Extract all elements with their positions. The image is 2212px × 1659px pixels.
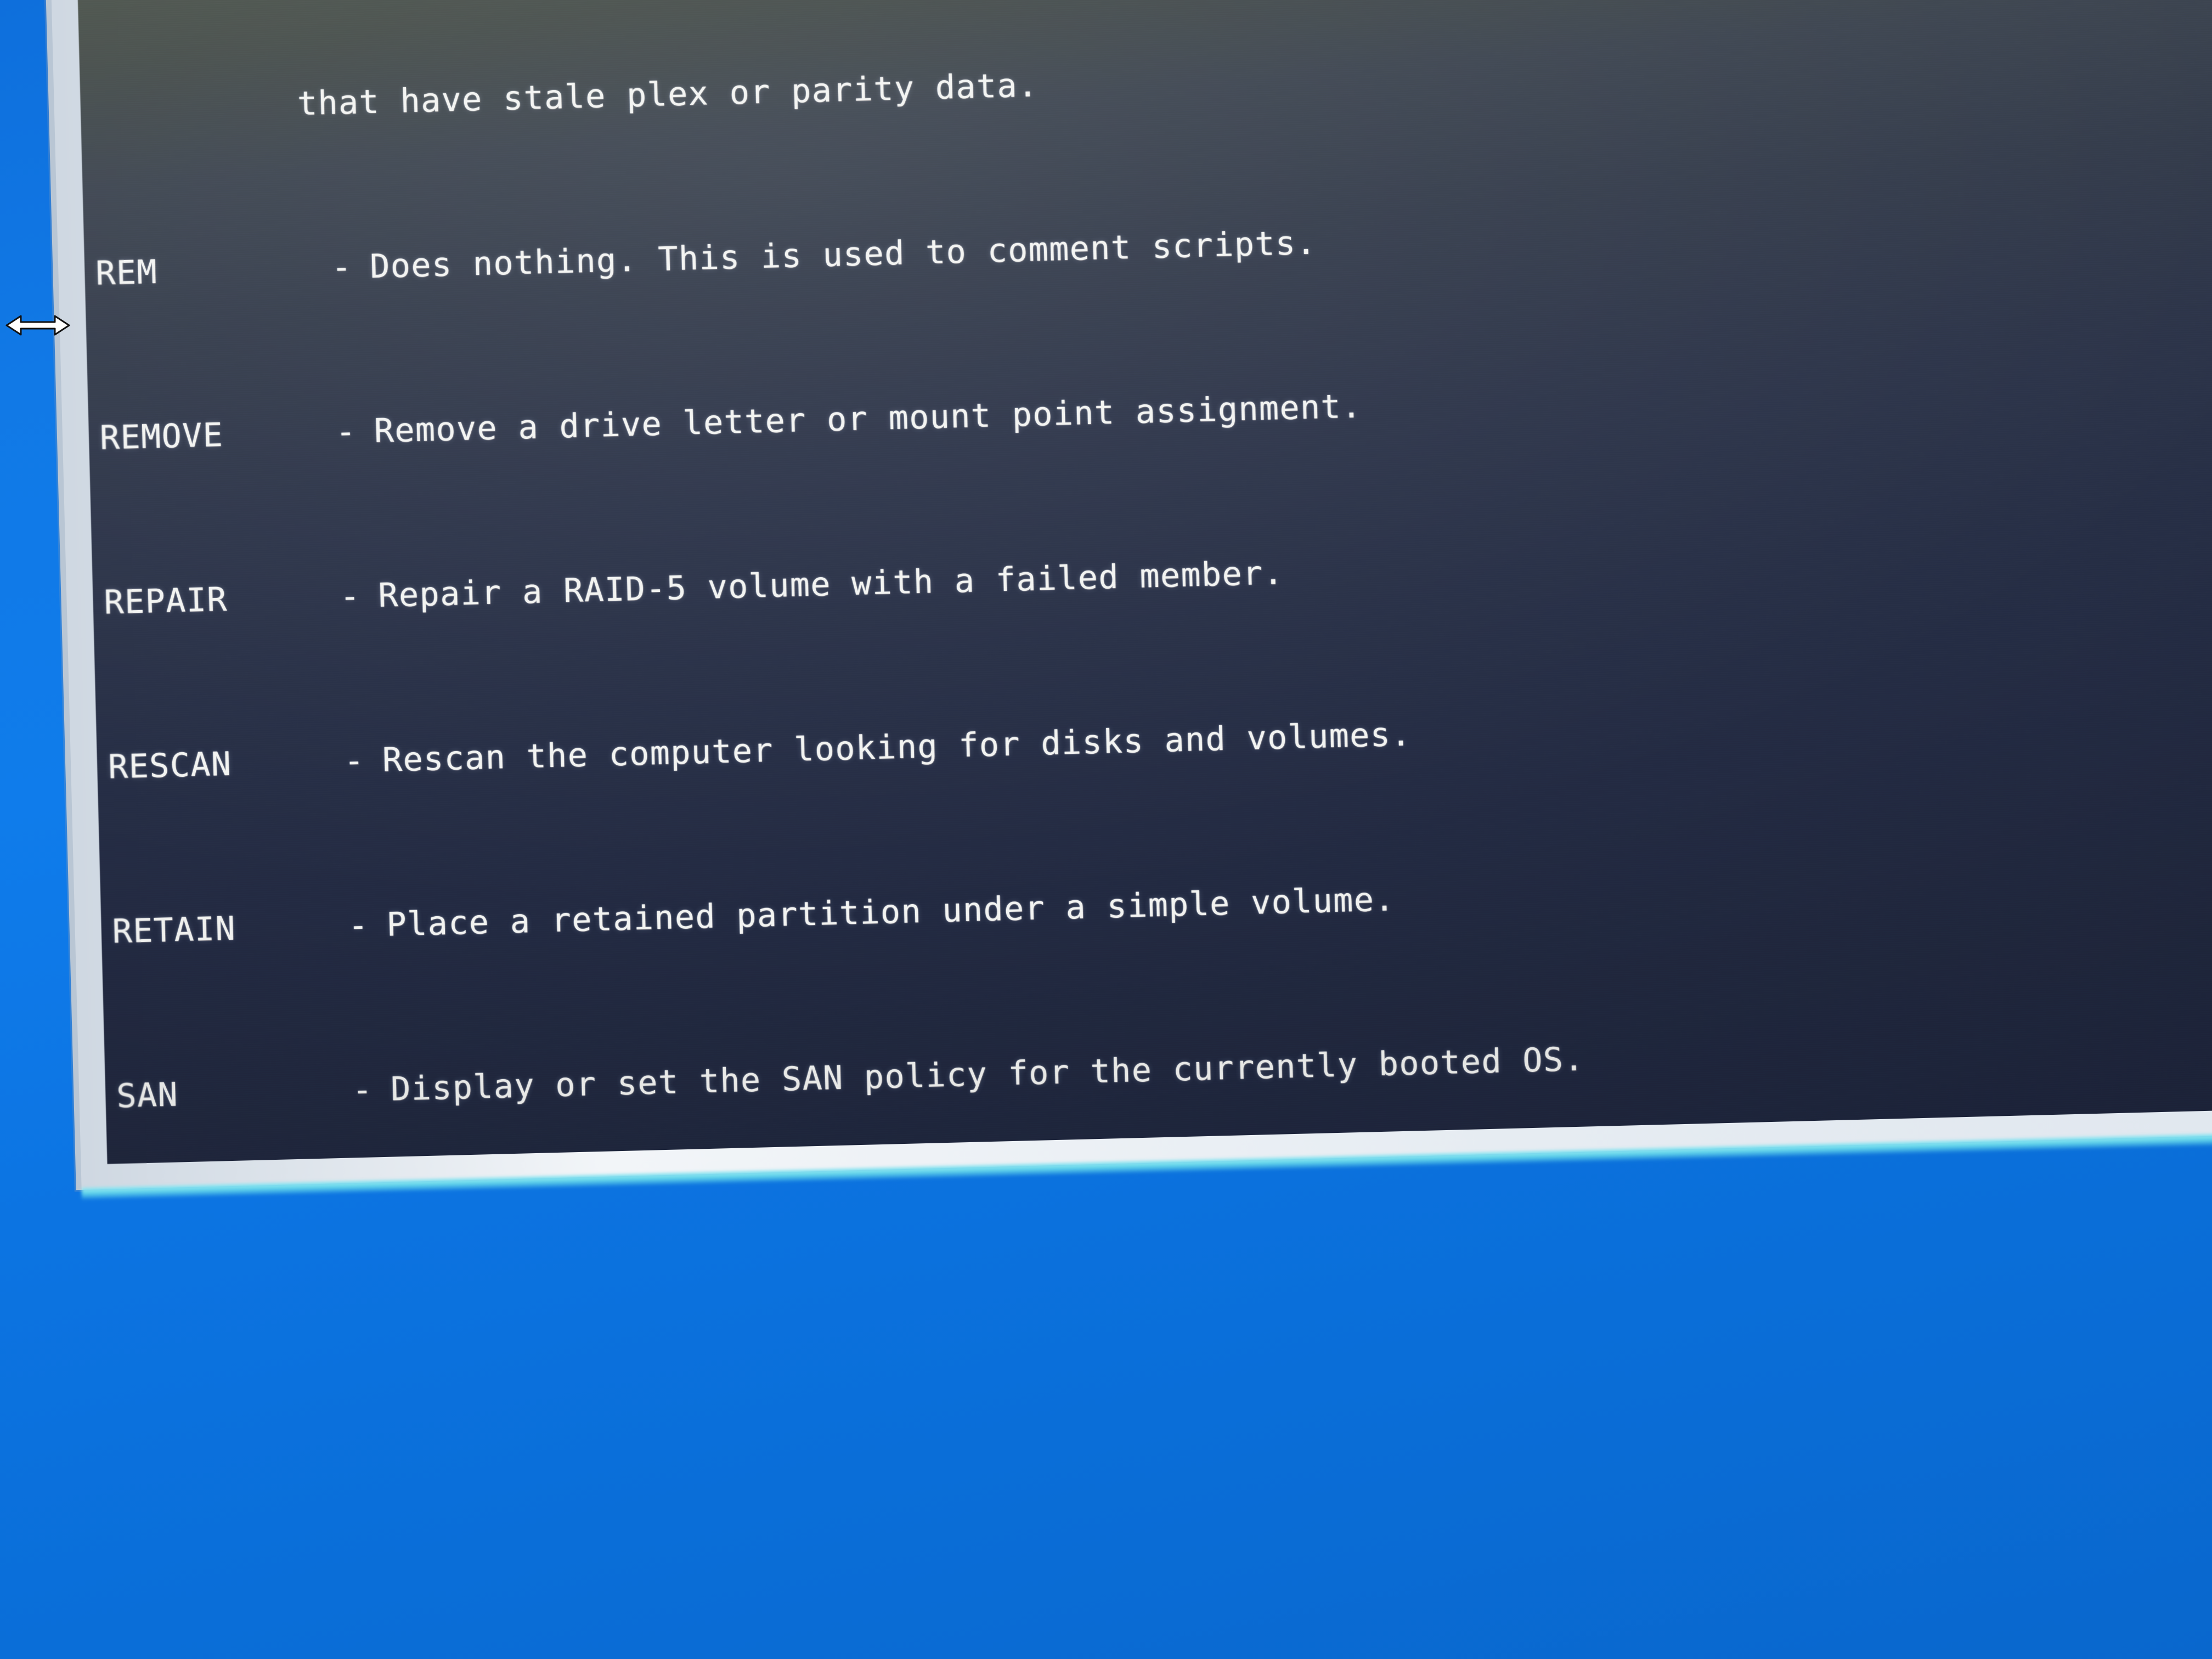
command-prompt-window[interactable]: ...mirrored volumes and RAID5 volumes th…	[43, 0, 2212, 1200]
diskpart-command-dash: -	[347, 906, 370, 945]
window-frame-border[interactable]: ...mirrored volumes and RAID5 volumes th…	[43, 0, 2212, 1200]
diskpart-command-row: REM - Does nothing. This is used to commen…	[95, 194, 2212, 295]
diskpart-command-name: REM	[95, 252, 158, 293]
diskpart-command-dash: -	[352, 1070, 374, 1110]
diskpart-command-description: Display or set the SAN policy for the cu…	[390, 1040, 1585, 1109]
diskpart-command-dash: -	[335, 412, 357, 452]
console-line-truncated-2: that have stale plex or parity data.	[91, 66, 1039, 128]
diskpart-command-description: Place a retained partition under a simpl…	[386, 880, 1396, 944]
diskpart-command-dash: -	[339, 577, 361, 616]
console-output-surface[interactable]: ...mirrored volumes and RAID5 volumes th…	[74, 0, 2212, 1164]
diskpart-command-row: RETAIN - Place a retained partition under …	[112, 853, 2212, 953]
diskpart-command-row: REPAIR - Repair a RAID-5 volume with a fai…	[104, 523, 2212, 624]
diskpart-command-row: SAN - Display or set the SAN policy for th…	[116, 1017, 2212, 1117]
diskpart-command-row: RESCAN - Rescan the computer looking for d…	[108, 688, 2212, 788]
diskpart-command-description: Does nothing. This is used to comment sc…	[369, 223, 1317, 286]
diskpart-command-name: REMOVE	[99, 416, 224, 458]
diskpart-command-description: Rescan the computer looking for disks an…	[382, 715, 1412, 780]
diskpart-command-dash: -	[331, 247, 353, 287]
diskpart-command-description: Repair a RAID-5 volume with a failed mem…	[377, 554, 1284, 615]
console-line-truncated-1: ...mirrored volumes and RAID5 volumes	[88, 0, 2212, 7]
diskpart-command-name: RESCAN	[108, 744, 233, 787]
diskpart-command-name: RETAIN	[111, 909, 236, 951]
diskpart-command-name: REPAIR	[103, 580, 228, 622]
diskpart-command-row: REMOVE - Remove a drive letter or mount po…	[99, 359, 2212, 459]
diskpart-command-dash: -	[343, 741, 365, 781]
diskpart-command-name: SAN	[116, 1075, 179, 1116]
diskpart-command-description: Remove a drive letter or mount point ass…	[374, 387, 1363, 451]
console-text-buffer: ...mirrored volumes and RAID5 volumes th…	[85, 0, 2212, 1164]
desktop-wallpaper: ...mirrored volumes and RAID5 volumes th…	[0, 0, 2212, 1659]
